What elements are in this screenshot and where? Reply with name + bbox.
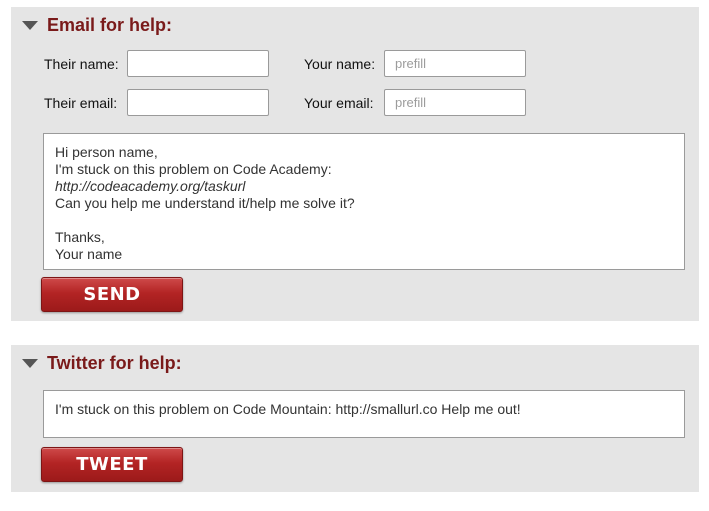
their-email-label: Their email: bbox=[44, 95, 118, 111]
message-line-thanks: Thanks, bbox=[55, 229, 105, 245]
tweet-message-textarea[interactable]: I'm stuck on this problem on Code Mounta… bbox=[43, 390, 685, 438]
your-email-label: Your email: bbox=[304, 95, 374, 111]
message-line-url: http://codeacademy.org/taskurl bbox=[55, 178, 246, 194]
their-name-input[interactable] bbox=[127, 50, 269, 77]
tweet-text: I'm stuck on this problem on Code Mounta… bbox=[55, 401, 521, 417]
message-line-request: Can you help me understand it/help me so… bbox=[55, 195, 355, 211]
message-line-problem: I'm stuck on this problem on Code Academ… bbox=[55, 161, 332, 177]
your-name-label: Your name: bbox=[304, 56, 376, 72]
email-panel-header[interactable]: Email for help: bbox=[22, 14, 172, 36]
email-panel-title: Email for help: bbox=[47, 14, 173, 35]
email-message-textarea[interactable]: Hi person name, I'm stuck on this proble… bbox=[43, 133, 685, 270]
your-name-input[interactable] bbox=[384, 50, 526, 77]
twitter-panel-header[interactable]: Twitter for help: bbox=[22, 352, 182, 374]
their-email-input[interactable] bbox=[127, 89, 269, 116]
message-line-blank bbox=[55, 212, 673, 229]
triangle-down-icon[interactable] bbox=[22, 21, 38, 30]
email-help-panel: Email for help: Their name: Your name: T… bbox=[11, 7, 699, 321]
send-button[interactable]: SEND bbox=[41, 277, 183, 312]
message-line-greeting: Hi person name, bbox=[55, 144, 158, 160]
your-email-input[interactable] bbox=[384, 89, 526, 116]
tweet-button[interactable]: TWEET bbox=[41, 447, 183, 482]
twitter-panel-title: Twitter for help: bbox=[47, 352, 182, 373]
their-name-label: Their name: bbox=[44, 56, 119, 72]
message-line-signature: Your name bbox=[55, 246, 123, 262]
twitter-help-panel: Twitter for help: I'm stuck on this prob… bbox=[11, 345, 699, 492]
triangle-down-icon[interactable] bbox=[22, 359, 38, 368]
